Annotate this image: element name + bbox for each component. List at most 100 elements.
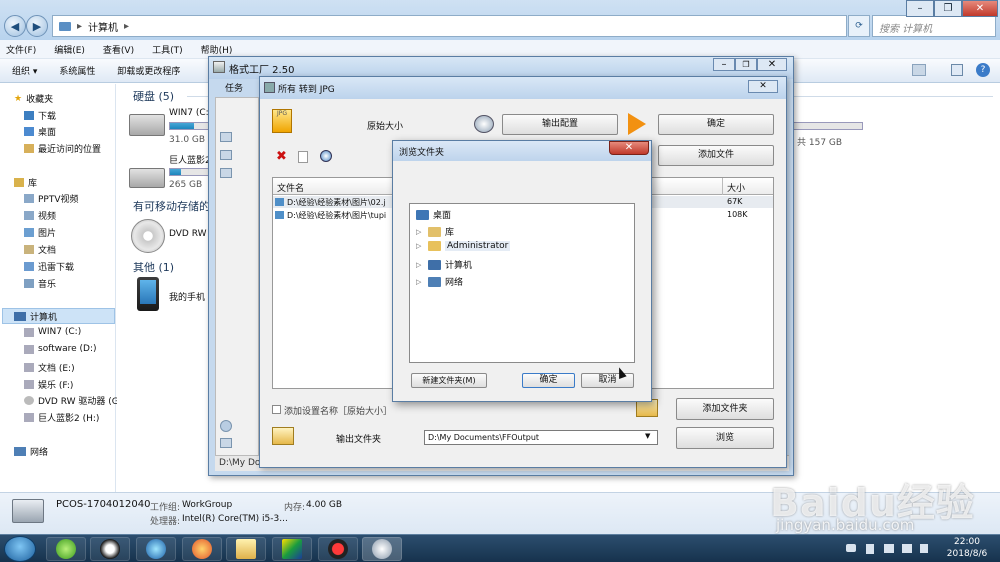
nav-downloads[interactable]: 下载: [24, 109, 56, 122]
ff-close-button[interactable]: ✕: [757, 58, 787, 71]
ff-audio-icon[interactable]: [220, 150, 232, 160]
chevron-down-icon[interactable]: ▼: [645, 432, 650, 440]
view-options-icon[interactable]: [912, 64, 926, 76]
taskbar-app-explorer[interactable]: [226, 537, 266, 561]
menu-file[interactable]: 文件(F): [6, 43, 36, 56]
nav-pptv[interactable]: PPTV视频: [24, 192, 79, 205]
section-removable[interactable]: 有可移动存储的: [133, 198, 210, 214]
nav-network[interactable]: 网络: [14, 445, 48, 458]
ff-maximize-button[interactable]: ❐: [735, 58, 757, 71]
drive-h-name[interactable]: 巨人蓝影2: [169, 153, 211, 166]
drive-c-name[interactable]: WIN7 (C:): [169, 108, 212, 118]
close-button[interactable]: ✕: [962, 0, 998, 17]
back-button[interactable]: ◀: [4, 15, 26, 37]
nav-videos[interactable]: 视频: [24, 209, 56, 222]
breadcrumb-computer[interactable]: 计算机: [88, 19, 118, 34]
col-size[interactable]: 大小: [727, 181, 745, 194]
tray-keyboard-icon[interactable]: [846, 544, 856, 552]
breadcrumb-arrow-icon[interactable]: ▸: [124, 21, 129, 32]
taskbar-app-formatfactory[interactable]: [362, 537, 402, 561]
nav-drive-e[interactable]: 文档 (E:): [24, 361, 75, 374]
nav-thunder[interactable]: 迅雷下载: [24, 260, 74, 273]
nav-music[interactable]: 音乐: [24, 277, 56, 290]
help-icon[interactable]: ?: [976, 63, 990, 77]
expand-arrow-icon[interactable]: ▷: [416, 261, 424, 269]
taskbar-app-360[interactable]: [46, 537, 86, 561]
phone-icon[interactable]: [137, 277, 159, 311]
taskbar-app-green[interactable]: [272, 537, 312, 561]
add-setting-checkbox[interactable]: [272, 405, 281, 414]
minimize-button[interactable]: –: [906, 0, 934, 17]
system-properties-button[interactable]: 系统属性: [59, 64, 95, 77]
ff-tools-icon[interactable]: [220, 438, 232, 448]
add-file-button[interactable]: 添加文件: [658, 145, 774, 166]
play-icon[interactable]: [320, 150, 332, 162]
tree-item-library[interactable]: ▷ 库: [416, 225, 454, 238]
nav-drive-g[interactable]: DVD RW 驱动器 (G: [24, 394, 119, 407]
tray-volume-icon[interactable]: [902, 544, 912, 553]
nav-recent[interactable]: 最近访问的位置: [24, 142, 101, 155]
folder-tree[interactable]: 桌面 ▷ 库 ▷ Administrator ▷ 计算机 ▷ 网络: [409, 203, 635, 363]
maximize-button[interactable]: ❐: [934, 0, 962, 17]
organize-button[interactable]: 组织 ▾: [12, 64, 37, 77]
nav-library[interactable]: 库: [14, 176, 37, 189]
output-config-button[interactable]: 输出配置: [502, 114, 618, 135]
taskbar-app-qq[interactable]: [90, 537, 130, 561]
taskbar-app-media[interactable]: [136, 537, 176, 561]
forward-button[interactable]: ▶: [26, 15, 48, 37]
tray-network-icon[interactable]: [884, 544, 894, 553]
nav-drive-c[interactable]: WIN7 (C:): [24, 327, 81, 337]
table-row[interactable]: D:\经验\经验素材\图片\tupi: [275, 209, 386, 221]
phone-label[interactable]: 我的手机: [169, 290, 205, 303]
uninstall-button[interactable]: 卸载或更改程序: [117, 64, 180, 77]
hard-drive-icon[interactable]: [129, 168, 165, 188]
expand-arrow-icon[interactable]: ▷: [416, 242, 424, 250]
browse-button[interactable]: 浏览: [676, 427, 774, 449]
preview-pane-icon[interactable]: [951, 64, 963, 76]
menu-view[interactable]: 查看(V): [103, 43, 134, 56]
taskbar-app-recorder[interactable]: [318, 537, 358, 561]
nav-drive-h[interactable]: 巨人蓝影2 (H:): [24, 411, 99, 424]
col-filename[interactable]: 文件名: [277, 181, 304, 194]
tray-action-icon[interactable]: [920, 544, 928, 553]
ok-button[interactable]: 确定: [658, 114, 774, 135]
clear-list-icon[interactable]: [298, 151, 308, 163]
convert-close-button[interactable]: ✕: [748, 80, 778, 93]
address-bar[interactable]: ▸ 计算机 ▸: [52, 15, 847, 37]
refresh-button[interactable]: ⟳: [848, 15, 870, 37]
settings-icon[interactable]: [474, 115, 494, 133]
tree-item-computer[interactable]: ▷ 计算机: [416, 258, 472, 271]
ff-picture-icon[interactable]: [220, 168, 232, 178]
start-button[interactable]: [4, 536, 36, 562]
expand-arrow-icon[interactable]: ▷: [416, 278, 424, 286]
add-folder-button[interactable]: 添加文件夹: [676, 398, 774, 420]
dvd-drive-icon[interactable]: [131, 219, 165, 253]
section-hard-disks[interactable]: 硬盘 (5): [133, 88, 174, 104]
ff-video-icon[interactable]: [220, 132, 232, 142]
tree-item-network[interactable]: ▷ 网络: [416, 275, 463, 288]
hard-drive-icon[interactable]: [129, 114, 165, 136]
expand-arrow-icon[interactable]: ▷: [416, 228, 424, 236]
nav-drive-f[interactable]: 娱乐 (F:): [24, 378, 73, 391]
taskbar-app-firefox[interactable]: [182, 537, 222, 561]
nav-favorites[interactable]: ★ 收藏夹: [14, 92, 53, 106]
menu-edit[interactable]: 编辑(E): [54, 43, 85, 56]
nav-drive-d[interactable]: software (D:): [24, 344, 97, 354]
nav-documents[interactable]: 文档: [24, 243, 56, 256]
ff-rom-icon[interactable]: [220, 420, 232, 432]
nav-computer[interactable]: 计算机: [14, 310, 57, 323]
tree-item-administrator[interactable]: ▷ Administrator: [416, 241, 511, 251]
delete-icon[interactable]: ✖: [276, 149, 287, 164]
menu-tools[interactable]: 工具(T): [152, 43, 183, 56]
tree-item-desktop[interactable]: 桌面: [416, 208, 451, 221]
nav-pictures[interactable]: 图片: [24, 226, 56, 239]
search-input[interactable]: 搜索 计算机: [872, 15, 996, 37]
menu-help[interactable]: 帮助(H): [201, 43, 233, 56]
browse-ok-button[interactable]: 确定: [522, 373, 575, 388]
table-row[interactable]: D:\经验\经验素材\图片\02.j: [275, 196, 386, 208]
new-folder-button[interactable]: 新建文件夹(M): [411, 373, 487, 388]
ff-menu-task[interactable]: 任务: [215, 81, 265, 95]
tray-flag-icon[interactable]: [866, 544, 874, 554]
browse-folder-close-button[interactable]: ✕: [609, 141, 649, 155]
section-other[interactable]: 其他 (1): [133, 259, 174, 275]
